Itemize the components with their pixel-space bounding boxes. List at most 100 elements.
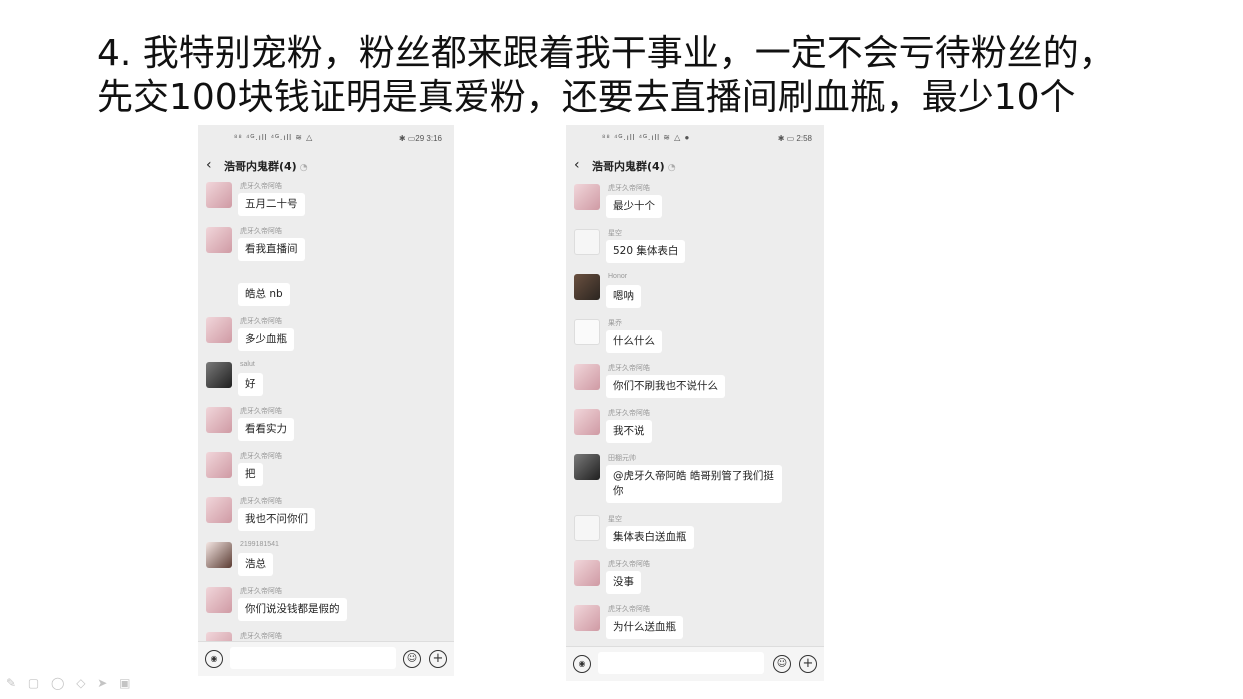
message-bubble[interactable]: 什么什么: [606, 330, 662, 353]
message-bubble[interactable]: 嗯呐: [606, 285, 641, 308]
sender-name: 虎牙久帝阿皓: [240, 318, 282, 325]
title-line-2: 先交100块钱证明是真爱粉，还要去直播间刷血瓶，最少10个: [97, 77, 1076, 118]
message-item: 虎牙久帝阿皓 看看实力: [198, 406, 454, 451]
avatar[interactable]: [574, 409, 600, 435]
message-item: 2199181541 浩总: [198, 541, 454, 586]
avatar[interactable]: [206, 317, 232, 343]
left-phone-screenshot: ⁸⁸ ⁴ᴳ.ıll ⁴ᴳ.ıll ≋ △ ✱ ▭29 3:16 ‹ 浩哥内鬼群(…: [198, 125, 454, 676]
message-item: 皓总 nb: [198, 271, 454, 316]
sender-name: 虎牙久帝阿皓: [240, 453, 282, 460]
chat-input-bar: ◉ ☺ +: [198, 641, 454, 676]
message-bubble[interactable]: 五月二十号: [238, 193, 305, 216]
status-bar: ⁸⁸ ⁴ᴳ.ıll ⁴ᴳ.ıll ≋ △ ✱ ▭29 3:16: [198, 131, 454, 147]
presentation-toolbar[interactable]: ✎ ▢ ◯ ◇ ➤ ▣: [6, 676, 135, 690]
avatar[interactable]: [574, 515, 600, 541]
sender-name: 星空: [608, 230, 622, 237]
message-item: 虎牙久帝阿皓 最少十个: [566, 183, 824, 228]
chat-header: ‹ 浩哥内鬼群(4) ◔: [198, 155, 454, 177]
voice-icon[interactable]: ◉: [205, 650, 223, 668]
message-bubble[interactable]: 你们说没钱都是假的: [238, 598, 347, 621]
sender-name: 虎牙久帝阿皓: [240, 633, 282, 640]
message-bubble[interactable]: 集体表白送血瓶: [606, 526, 694, 549]
message-item: 虎牙久帝阿皓 五月二十号: [198, 181, 454, 226]
message-bubble[interactable]: 我也不问你们: [238, 508, 315, 531]
message-item: 虎牙久帝阿皓 我不说: [566, 408, 824, 453]
avatar[interactable]: [574, 274, 600, 300]
message-bubble[interactable]: 皓总 nb: [238, 283, 290, 306]
message-item: 虎牙久帝阿皓 你们不刷我也不说什么: [566, 363, 824, 408]
message-item: 虎牙久帝阿皓 为什么送血瓶: [566, 604, 824, 643]
sender-name: 虎牙久帝阿皓: [240, 588, 282, 595]
message-bubble[interactable]: 看看实力: [238, 418, 294, 441]
message-bubble[interactable]: @虎牙久帝阿皓 皓哥别管了我们挺你: [606, 465, 782, 503]
back-arrow-icon[interactable]: ‹: [574, 157, 580, 173]
sender-name: 虎牙久帝阿皓: [240, 228, 282, 235]
mute-icon: ◔: [667, 163, 676, 173]
message-item: 星空 520 集体表白: [566, 228, 824, 273]
signal-indicators: ⁸⁸ ⁴ᴳ.ıll ⁴ᴳ.ıll ≋ △ ●: [602, 133, 691, 142]
message-item: 虎牙久帝阿皓: [198, 631, 454, 641]
avatar[interactable]: [206, 632, 232, 641]
voice-icon[interactable]: ◉: [573, 655, 591, 673]
sender-name: 虎牙久帝阿皓: [240, 183, 282, 190]
message-bubble[interactable]: 好: [238, 373, 263, 396]
sender-name: 田棚元帅: [608, 455, 636, 462]
avatar[interactable]: [574, 560, 600, 586]
status-bar: ⁸⁸ ⁴ᴳ.ıll ⁴ᴳ.ıll ≋ △ ● ✱ ▭ 2:58: [566, 131, 824, 147]
title-line-1: 4. 我特别宠粉，粉丝都来跟着我干事业，一定不会亏待粉丝的，: [97, 33, 1115, 74]
chat-header: ‹ 浩哥内鬼群(4) ◔: [566, 155, 824, 177]
sender-name: 星空: [608, 516, 622, 523]
sender-name: 虎牙久帝阿皓: [608, 185, 650, 192]
message-bubble[interactable]: 最少十个: [606, 195, 662, 218]
message-list[interactable]: 虎牙久帝阿皓 五月二十号 虎牙久帝阿皓 看我直播间 皓总 nb 虎牙久帝阿皓 多…: [198, 181, 454, 641]
message-bubble[interactable]: 520 集体表白: [606, 240, 686, 263]
sender-name: 虎牙久帝阿皓: [608, 365, 650, 372]
message-list[interactable]: 虎牙久帝阿皓 最少十个 星空 520 集体表白 Honor 嗯呐 果乔 什么什么…: [566, 183, 824, 643]
back-arrow-icon[interactable]: ‹: [206, 157, 212, 173]
avatar[interactable]: [574, 229, 600, 255]
chat-title: 浩哥内鬼群(4) ◔: [592, 160, 676, 173]
avatar[interactable]: [206, 407, 232, 433]
sender-name: 虎牙久帝阿皓: [608, 561, 650, 568]
avatar[interactable]: [206, 497, 232, 523]
emoji-icon[interactable]: ☺: [403, 650, 421, 668]
avatar[interactable]: [574, 319, 600, 345]
avatar[interactable]: [206, 227, 232, 253]
message-item: 果乔 什么什么: [566, 318, 824, 363]
message-input[interactable]: [598, 652, 764, 674]
message-bubble[interactable]: 为什么送血瓶: [606, 616, 683, 639]
avatar[interactable]: [206, 587, 232, 613]
avatar[interactable]: [574, 454, 600, 480]
chat-title: 浩哥内鬼群(4) ◔: [224, 160, 308, 173]
sender-name: 虎牙久帝阿皓: [240, 498, 282, 505]
avatar[interactable]: [206, 362, 232, 388]
avatar[interactable]: [574, 184, 600, 210]
message-item: 虎牙久帝阿皓 多少血瓶: [198, 316, 454, 361]
plus-icon[interactable]: +: [429, 650, 447, 668]
message-input[interactable]: [230, 647, 396, 669]
message-bubble[interactable]: 把: [238, 463, 263, 486]
plus-icon[interactable]: +: [799, 655, 817, 673]
avatar[interactable]: [206, 182, 232, 208]
message-item: 虎牙久帝阿皓 没事: [566, 559, 824, 604]
emoji-icon[interactable]: ☺: [773, 655, 791, 673]
status-time: ✱ ▭ 2:58: [777, 134, 812, 143]
message-bubble[interactable]: 没事: [606, 571, 641, 594]
right-phone-screenshot: ⁸⁸ ⁴ᴳ.ıll ⁴ᴳ.ıll ≋ △ ● ✱ ▭ 2:58 ‹ 浩哥内鬼群(…: [566, 125, 824, 681]
mute-icon: ◔: [299, 163, 308, 173]
message-bubble[interactable]: 我不说: [606, 420, 652, 443]
avatar[interactable]: [206, 542, 232, 568]
avatar[interactable]: [206, 452, 232, 478]
sender-name: Honor: [608, 273, 628, 280]
avatar[interactable]: [574, 605, 600, 631]
message-item: 田棚元帅 @虎牙久帝阿皓 皓哥别管了我们挺你: [566, 453, 824, 514]
message-bubble[interactable]: 你们不刷我也不说什么: [606, 375, 725, 398]
avatar[interactable]: [574, 364, 600, 390]
sender-name: 果乔: [608, 320, 622, 327]
message-bubble[interactable]: 多少血瓶: [238, 328, 294, 351]
status-time: ✱ ▭29 3:16: [398, 134, 442, 143]
message-bubble[interactable]: 看我直播间: [238, 238, 305, 261]
chat-input-bar: ◉ ☺ +: [566, 646, 824, 681]
message-item: 虎牙久帝阿皓 你们说没钱都是假的: [198, 586, 454, 631]
message-bubble[interactable]: 浩总: [238, 553, 273, 576]
